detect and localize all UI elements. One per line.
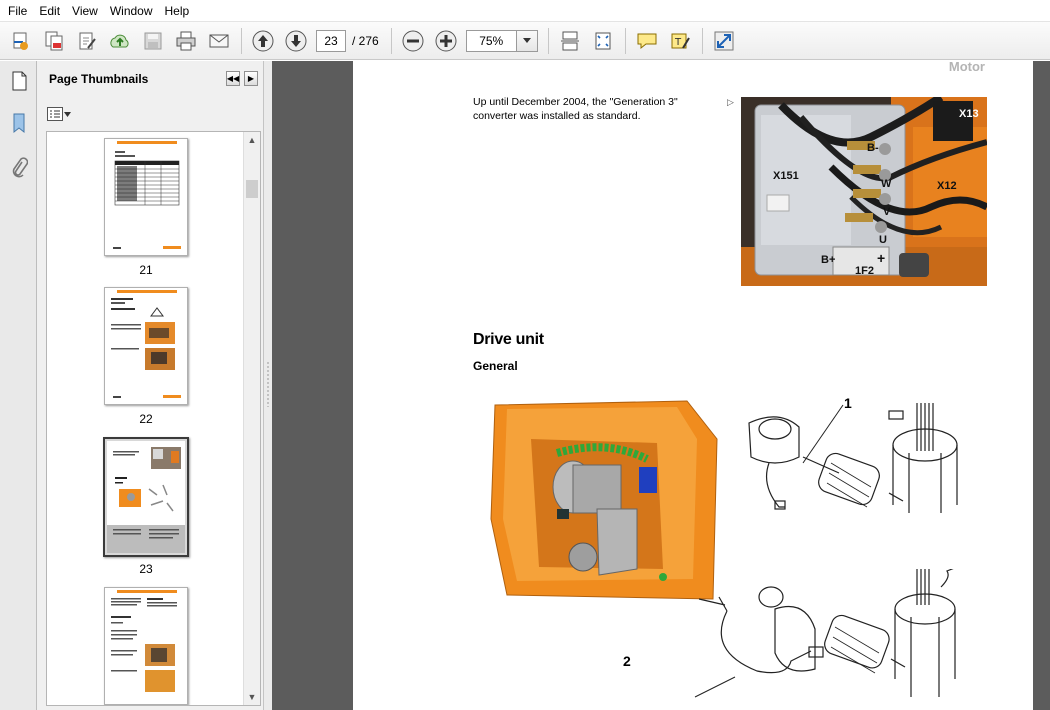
motor-diagram-2 [679,566,959,710]
photo-label-b-minus: B- [867,142,879,154]
expand-panel-icon[interactable]: ▶ [244,71,258,86]
running-head: Motor [948,61,985,74]
highlight-text-icon[interactable]: T [667,28,693,54]
menu-window[interactable]: Window [104,0,159,22]
photo-label-x13: X13 [959,108,979,120]
thumbnail-label-21: 21 [139,263,153,277]
toolbar-separator [241,27,242,54]
converter-photo: X13 X151 X12 B- W V U B+ 1F2 + [741,97,987,286]
page-thumbnails-icon[interactable] [7,69,31,93]
full-screen-icon[interactable] [711,28,737,54]
options-button[interactable] [47,107,71,121]
photo-label-u: U [879,234,887,246]
section-heading: Drive unit [473,331,544,348]
save-icon[interactable] [140,28,166,54]
edit-form-icon[interactable] [74,28,100,54]
toolbar: 23 / 276 75% T [0,22,1050,60]
pane-splitter[interactable] [264,61,272,710]
splitter-grip[interactable] [267,361,269,407]
pdf-page: Motor Up until December 2004, the "Gener… [353,61,1033,710]
panel-title: Page Thumbnails [49,72,149,86]
options-list-icon [47,107,63,121]
thumbnail-label-23: 23 [139,562,153,576]
zoom-out-icon[interactable] [400,28,426,54]
scrollbar-thumb[interactable] [246,180,258,198]
thumbnail-scrollbar[interactable]: ▲ ▼ [243,132,260,705]
menu-file[interactable]: File [2,0,33,22]
photo-label-b-plus: B+ [821,254,835,266]
fit-page-icon[interactable] [590,28,616,54]
menu-edit[interactable]: Edit [33,0,66,22]
zoom-select[interactable]: 75% [465,29,538,52]
svg-text:T: T [674,37,682,48]
photo-label-x12: X12 [937,180,957,192]
print-icon[interactable] [173,28,199,54]
subsection-heading: General [473,359,518,373]
menu-help[interactable]: Help [159,0,196,22]
toolbar-separator [547,27,549,54]
scrolling-mode-icon[interactable] [557,28,583,54]
email-icon[interactable] [206,28,232,54]
toolbar-separator [624,27,626,54]
thumbnail-list[interactable]: 21 22 23 ▲ ▼ [46,131,261,706]
toolbar-separator [390,27,392,54]
intro-paragraph: Up until December 2004, the "Generation … [473,96,678,122]
callout-2: 2 [623,653,631,669]
panel-arrows: ◀◀ ▶ [226,71,258,86]
upload-cloud-icon[interactable] [107,28,133,54]
callout-1: 1 [844,395,852,411]
navigation-pane-tools [0,61,37,710]
photo-label-v: V [883,206,891,218]
thumbnail-page-22[interactable] [104,287,188,405]
motor-diagram-1 [739,393,959,531]
photo-label-plus: + [877,250,885,266]
zoom-value[interactable]: 75% [467,30,517,51]
photo-label-x151: X151 [773,170,799,182]
collapse-panel-icon[interactable]: ◀◀ [226,71,240,86]
scroll-up-icon[interactable]: ▲ [244,132,260,148]
photo-label-1f2: 1F2 [855,265,874,277]
chevron-down-icon [64,111,71,117]
thumbnails-panel: Page Thumbnails ◀◀ ▶ 21 22 23 ▲ ▼ [37,61,264,710]
scroll-down-icon[interactable]: ▼ [244,689,260,705]
previous-page-icon[interactable] [250,28,276,54]
thumbnail-label-22: 22 [139,412,153,426]
create-pdf-icon[interactable] [8,28,34,54]
thumbnail-page-24[interactable] [104,587,188,705]
thumbnail-page-21[interactable] [104,138,188,256]
menu-bar: File Edit View Window Help [0,0,1050,22]
combine-files-icon[interactable] [41,28,67,54]
triangle-bullet-icon: ▷ [727,97,734,107]
comment-icon[interactable] [634,28,660,54]
toolbar-separator [701,27,703,54]
thumbnail-page-23[interactable] [103,437,189,557]
document-view[interactable]: Motor Up until December 2004, the "Gener… [272,61,1050,710]
page-number-input[interactable]: 23 [316,29,346,52]
chevron-down-icon[interactable] [516,30,537,51]
menu-view[interactable]: View [66,0,104,22]
photo-label-w: W [881,178,892,190]
zoom-in-icon[interactable] [433,28,459,54]
bookmarks-icon[interactable] [7,111,31,135]
attachments-icon[interactable] [7,155,31,179]
next-page-icon[interactable] [283,28,309,54]
page-total: / 276 [352,33,379,48]
